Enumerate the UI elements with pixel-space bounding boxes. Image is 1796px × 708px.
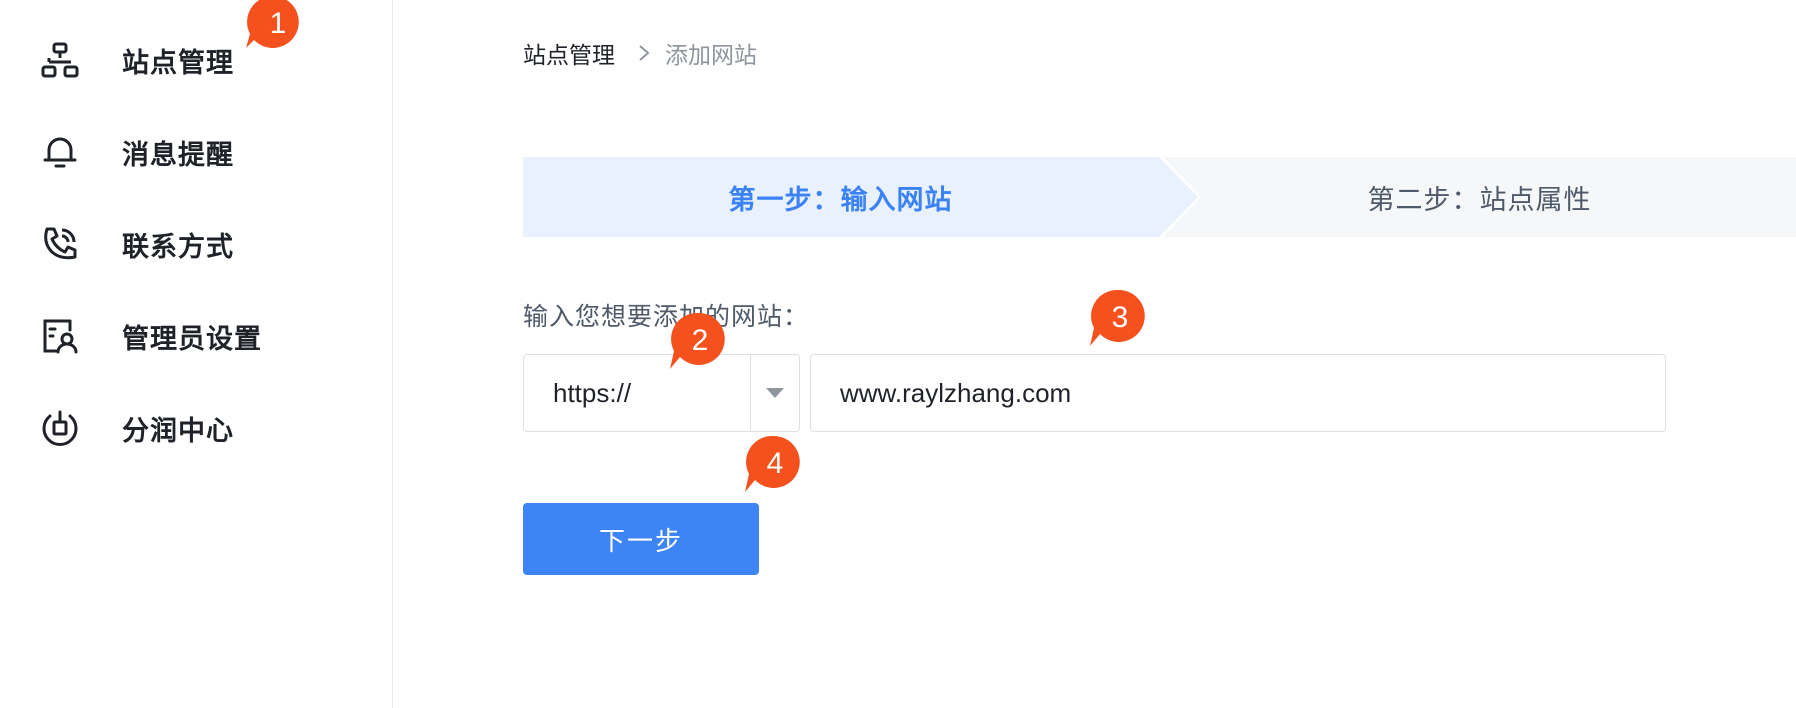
caret-down-icon[interactable] <box>750 355 799 431</box>
step-2-label: 第二步：站点属性 <box>1367 184 1592 216</box>
chevron-right-icon <box>637 44 651 62</box>
protocol-value: https:// <box>553 377 632 408</box>
next-step-button[interactable]: 下一步 <box>523 503 759 575</box>
sidebar-item-label: 分润中心 <box>122 415 234 447</box>
protocol-select[interactable]: https:// <box>523 354 800 432</box>
step-1-label: 第一步：输入网站 <box>728 184 953 216</box>
breadcrumb-current: 添加网站 <box>665 43 757 69</box>
sidebar-item-label: 消息提醒 <box>122 139 234 171</box>
badge-number: 4 <box>766 447 784 480</box>
step-2: 第二步：站点属性 <box>1163 157 1796 237</box>
sidebar-item-label: 联系方式 <box>122 231 234 263</box>
annotation-badge-2: 2 <box>666 311 730 375</box>
phone-icon <box>40 224 80 264</box>
annotation-badge-1: 1 <box>244 0 308 58</box>
step-1-active: 第一步：输入网站 <box>523 157 1198 237</box>
sidebar-item-label: 管理员设置 <box>122 323 262 355</box>
admin-icon <box>40 316 80 356</box>
annotation-badge-3: 3 <box>1086 288 1150 352</box>
bell-icon <box>40 132 80 172</box>
sitemap-icon <box>40 40 80 80</box>
badge-number: 2 <box>691 324 709 357</box>
sidebar-item-admin-settings[interactable]: 管理员设置 <box>40 311 262 361</box>
sidebar-item-label: 站点管理 <box>122 47 234 79</box>
steps-bar: 第二步：站点属性 第一步：输入网站 <box>523 157 1796 237</box>
sidebar-item-notifications[interactable]: 消息提醒 <box>40 127 234 177</box>
sidebar-item-site-management[interactable]: 站点管理 <box>40 35 234 85</box>
sidebar: 站点管理 消息提醒 联系方式 管理员设置 分润中心 <box>0 0 393 708</box>
profit-center-icon <box>40 408 80 448</box>
sidebar-item-profit-center[interactable]: 分润中心 <box>40 403 234 453</box>
breadcrumb: 站点管理 添加网站 <box>523 36 757 70</box>
url-input[interactable] <box>810 354 1666 432</box>
annotation-badge-4: 4 <box>741 434 805 498</box>
badge-number: 3 <box>1111 301 1129 334</box>
badge-number: 1 <box>269 7 287 40</box>
sidebar-item-contact[interactable]: 联系方式 <box>40 219 234 269</box>
breadcrumb-root[interactable]: 站点管理 <box>523 36 615 70</box>
